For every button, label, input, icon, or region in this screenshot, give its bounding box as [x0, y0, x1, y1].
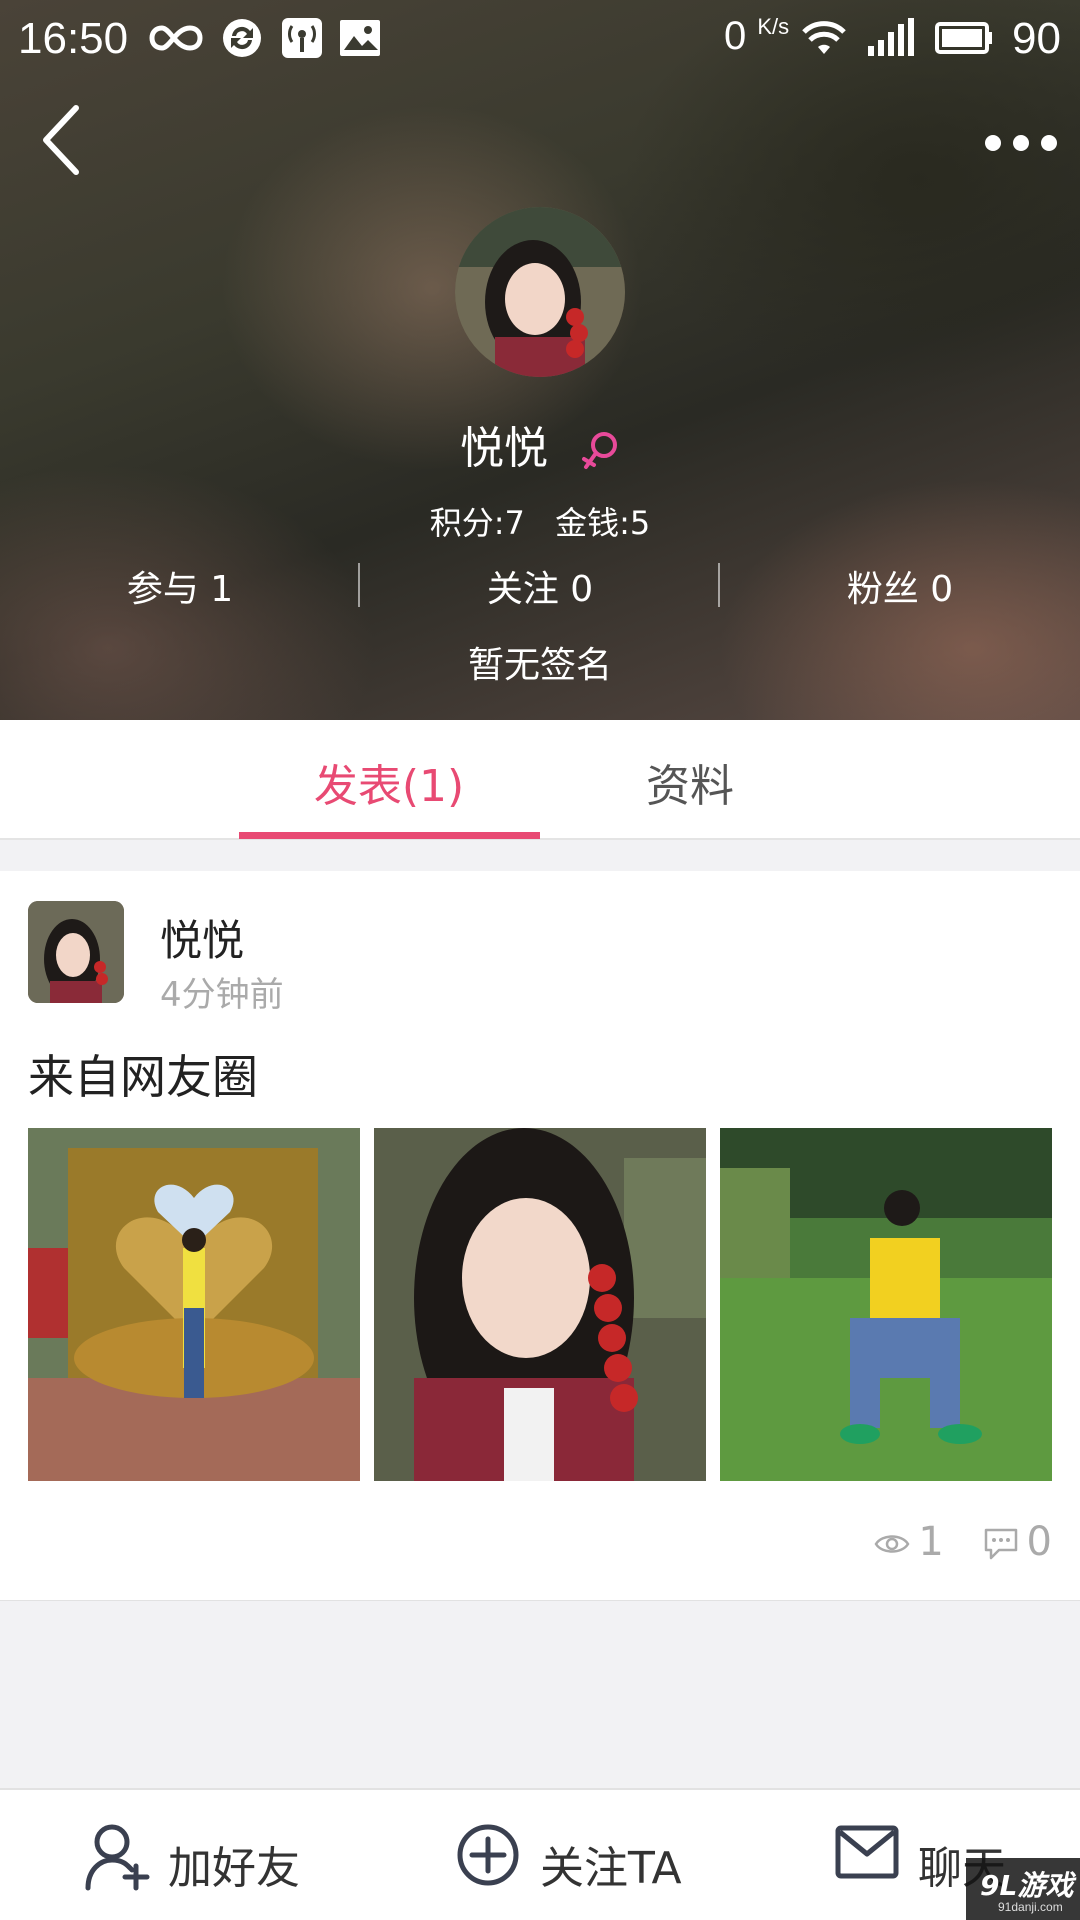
post-card[interactable]: 悦悦 4分钟前 来自网友圈 1 0 [0, 871, 1080, 1601]
signature: 暂无签名 [467, 645, 612, 686]
post-stats: 1 0 [848, 1519, 1052, 1569]
status-time: 16:50 [18, 14, 129, 63]
post-comments[interactable]: 0 [983, 1519, 1052, 1565]
photo-lawn [720, 1128, 1052, 1481]
signal-icon [868, 18, 914, 56]
add-user-icon [85, 1824, 150, 1891]
back-button[interactable] [34, 100, 94, 180]
more-button[interactable] [976, 118, 1066, 168]
photo-selfie [374, 1128, 706, 1481]
follow-button[interactable]: 关注TA [456, 1818, 716, 1894]
post-views: 1 [874, 1519, 944, 1565]
stat-following[interactable]: 关注 0 [360, 560, 720, 612]
female-icon [582, 432, 617, 469]
image-icon [340, 20, 380, 56]
battery-level: 90 [1012, 14, 1061, 63]
post-time: 4分钟前 [160, 975, 284, 1015]
stats-row: 参与 1 关注 0 粉丝 0 [0, 560, 1080, 610]
tab-profile[interactable]: 资料 [540, 750, 840, 814]
tab-posts[interactable]: 发表(1) [239, 750, 539, 814]
post-photo[interactable] [28, 1128, 360, 1481]
profile-tabs: 发表(1) 资料 [0, 720, 1080, 840]
profile-name: 悦悦 [460, 423, 548, 474]
profile-name-row: 悦悦 [0, 412, 1080, 476]
add-friend-button[interactable]: 加好友 [84, 1818, 324, 1894]
net-speed: 0 K/s [724, 14, 790, 58]
money-label: 金钱:5 [555, 504, 651, 542]
avatar-photo [455, 207, 625, 377]
wifi-icon [802, 21, 846, 54]
stat-participate[interactable]: 参与 1 [0, 560, 360, 612]
post-photo[interactable] [374, 1128, 706, 1481]
points-label: 积分:7 [429, 504, 525, 542]
bottom-action-bar: 加好友 关注TA 聊天 [0, 1788, 1080, 1920]
post-author-avatar[interactable] [28, 901, 124, 1003]
post-author-name[interactable]: 悦悦 [160, 907, 244, 968]
photo-heart-sculpture [28, 1128, 360, 1481]
site-watermark: 9L游戏 91danji.com [966, 1858, 1080, 1920]
post-text: 来自网友圈 [28, 1050, 258, 1104]
status-bar: 16:50 0 K/s 90 [0, 0, 1080, 80]
battery-icon [935, 22, 992, 54]
profile-avatar[interactable] [455, 207, 625, 377]
points-row: 积分:7 金钱:5 [0, 498, 1080, 544]
mail-icon [835, 1825, 899, 1879]
eye-icon [874, 1535, 910, 1553]
post-photo[interactable] [720, 1128, 1052, 1481]
comment-icon [984, 1528, 1017, 1560]
plus-circle-icon [457, 1824, 519, 1886]
hotspot-icon [282, 18, 322, 58]
stat-fans[interactable]: 粉丝 0 [720, 560, 1080, 612]
profile-header: 16:50 0 K/s 90 悦悦 积分:7 金钱:5 参与 1 关注 0 粉丝… [0, 0, 1080, 720]
infinity-icon [149, 25, 203, 51]
post-author-avatar-photo [28, 901, 124, 1003]
sync-icon [223, 19, 261, 57]
active-tab-indicator [239, 832, 540, 839]
